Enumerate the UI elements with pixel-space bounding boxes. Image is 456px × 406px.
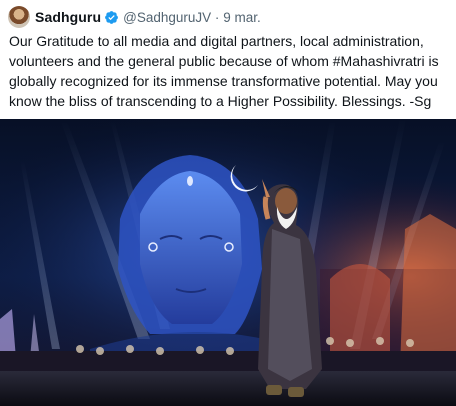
tweet-text: Our Gratitude to all media and digital p… (9, 33, 439, 109)
author-handle[interactable]: @SadhguruJV · 9 mar. (123, 10, 261, 25)
verified-badge-icon (105, 10, 119, 24)
dot-separator: · (214, 9, 220, 25)
tweet-header: Sadhguru @SadhguruJV · 9 mar. (8, 6, 261, 28)
avatar[interactable] (8, 6, 30, 28)
author-name[interactable]: Sadhguru (35, 9, 101, 25)
handle-text[interactable]: @SadhguruJV (123, 10, 211, 25)
tweet-photo[interactable] (0, 119, 456, 406)
tweet-date[interactable]: 9 mar. (223, 10, 261, 25)
